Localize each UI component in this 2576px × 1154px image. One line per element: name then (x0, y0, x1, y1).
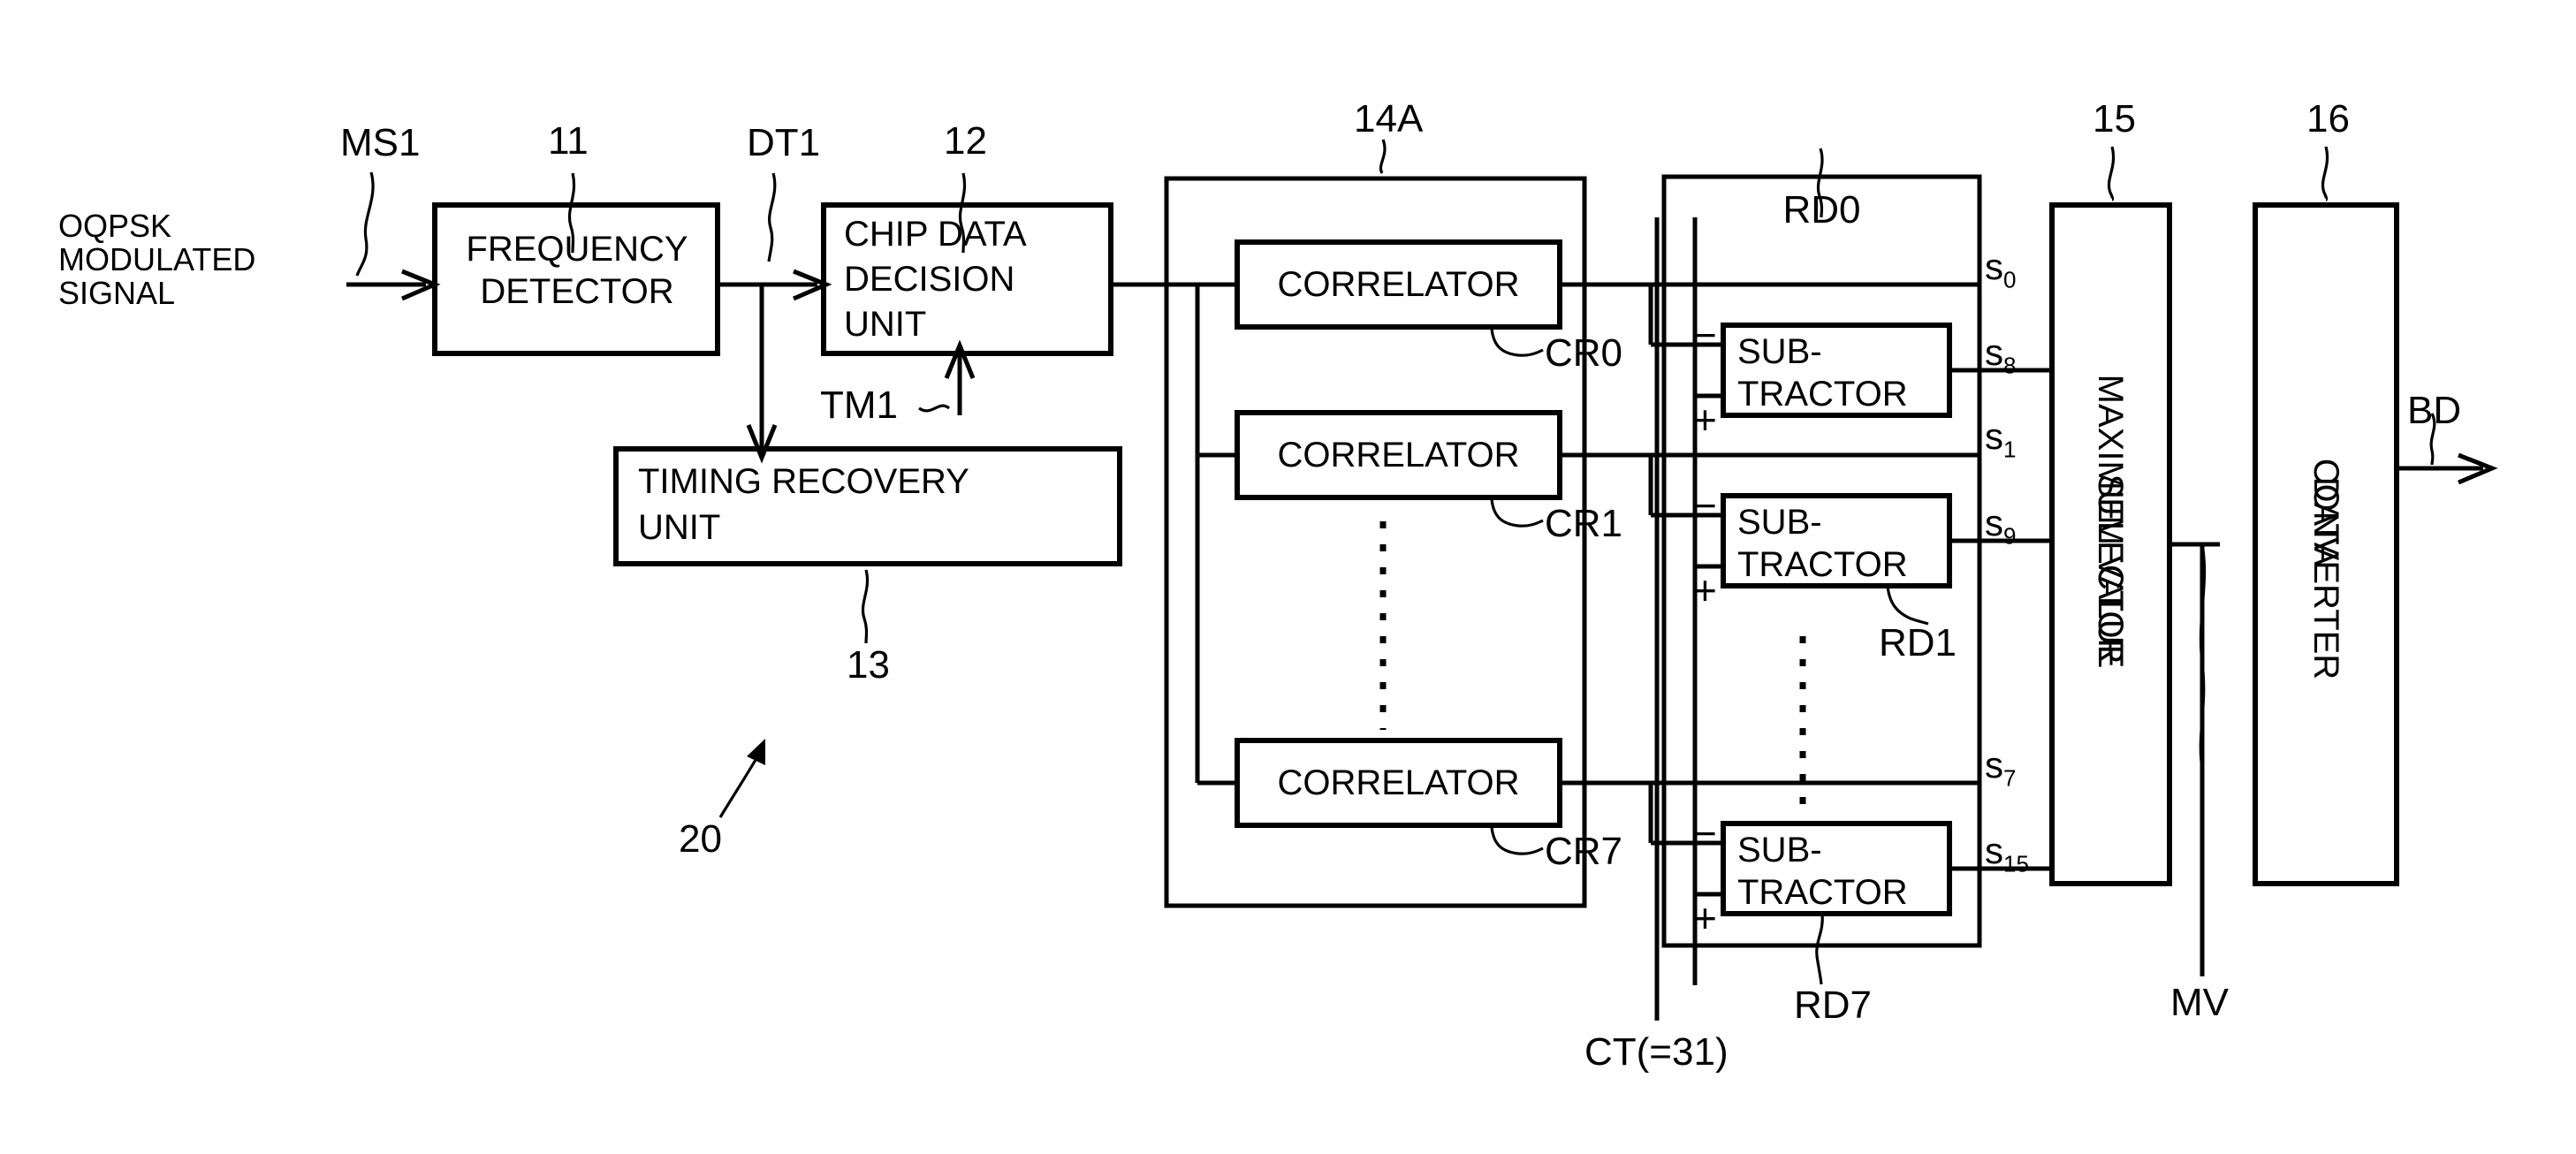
dt1-signal-ref: DT1 (747, 121, 821, 164)
ms1-signal-ref: MS1 (340, 121, 421, 164)
ref-CR0: CR0 (1545, 331, 1623, 375)
signal-base-s0: s (1985, 246, 2003, 287)
output-signal-s1: s1 (1985, 415, 2016, 463)
frequency-detector-label: FREQUENCY DETECTOR (445, 228, 710, 313)
input-label-line3: SIGNAL (58, 275, 176, 311)
chip-data-decision-unit-label: CHIP DATA DECISION UNIT (844, 212, 1027, 347)
subtractor-0-line2: TRACTOR (1737, 375, 1908, 414)
timing-recovery-unit-label: TIMING RECOVERY UNIT (638, 459, 969, 550)
subtractor-7-line2: TRACTOR (1737, 873, 1908, 912)
signal-sub-s15: 15 (2003, 850, 2029, 877)
cddu-line2: DECISION (844, 260, 1015, 299)
correlator-label-7: CORRELATOR (1277, 763, 1520, 802)
tru-line2: UNIT (638, 508, 721, 547)
frequency-detector-line2: DETECTOR (480, 272, 674, 311)
tru-line1: TIMING RECOVERY (638, 462, 969, 501)
ref-CR7: CR7 (1545, 830, 1623, 873)
cddu-line3: UNIT (844, 305, 927, 344)
ref-15: 15 (2093, 97, 2136, 140)
ref-RD7: RD7 (1794, 983, 1873, 1027)
subtractor-label-1: SUB- TRACTOR (1737, 501, 1908, 586)
output-signal-s15: s15 (1985, 830, 2029, 877)
output-signal-s0: s0 (1985, 246, 2016, 293)
signal-base-s1: s (1985, 415, 2003, 457)
input-signal-label: OQPSK MODULATED SIGNAL (58, 209, 350, 310)
ref-16: 16 (2306, 97, 2350, 140)
correlator-label-0: CORRELATOR (1277, 265, 1520, 304)
signal-base-s15: s (1985, 830, 2003, 871)
minus-sign-1: − (1693, 482, 1717, 528)
ref-20-overall: 20 (679, 817, 722, 861)
ref-RD0: RD0 (1782, 188, 1861, 232)
tm1-signal-ref: TM1 (820, 383, 898, 427)
output-signal-s8: s8 (1985, 331, 2016, 379)
mv-signal-ref: MV (2170, 981, 2229, 1024)
signal-sub-s1: 1 (2003, 436, 2017, 463)
input-label-line1: OQPSK (58, 208, 172, 244)
subtractor-1-line2: TRACTOR (1737, 545, 1908, 584)
ct-signal-ref: CT(=31) (1584, 1030, 1729, 1074)
input-label-line2: MODULATED (58, 241, 256, 277)
bd-signal-ref: BD (2407, 389, 2462, 432)
plus-sign-1: + (1693, 567, 1717, 613)
subtractor-1-line1: SUB- (1737, 503, 1822, 542)
signal-base-s9: s (1985, 502, 2003, 543)
subtractor-0-line1: SUB- (1737, 332, 1822, 371)
subtractor-label-7: SUB- TRACTOR (1737, 829, 1908, 914)
correlator-label-1: CORRELATOR (1277, 436, 1520, 475)
frequency-detector-line1: FREQUENCY (466, 230, 688, 269)
plus-sign-0: + (1693, 397, 1717, 443)
ref-13: 13 (847, 643, 890, 687)
ref-14A: 14A (1354, 97, 1424, 140)
ref-11: 11 (548, 119, 589, 163)
patent-figure-canvas: OQPSK MODULATED SIGNAL MS1 11 FREQUENCY … (0, 0, 2576, 1154)
minus-sign-0: − (1693, 312, 1717, 358)
output-signal-s7: s7 (1985, 744, 2016, 792)
subtractor-label-0: SUB- TRACTOR (1737, 330, 1908, 415)
mvs-line1: MAXIMUM VALUE (2091, 374, 2130, 669)
subtractor-7-line1: SUB- (1737, 831, 1822, 869)
signal-sub-s7: 7 (2003, 764, 2017, 792)
cddu-line1: CHIP DATA (844, 215, 1027, 254)
maximum-value-selector-label: SELECTOR MAXIMUM VALUE (2052, 205, 2169, 884)
signal-sub-s9: 9 (2003, 522, 2017, 550)
ref-CR1: CR1 (1545, 502, 1623, 545)
signal-base-s8: s (1985, 331, 2003, 373)
signal-sub-s0: 0 (2003, 266, 2017, 293)
ref-12: 12 (944, 119, 987, 163)
signal-sub-s8: 8 (2003, 352, 2017, 379)
signal-base-s7: s (1985, 744, 2003, 786)
plus-sign-7: + (1693, 895, 1717, 941)
output-signal-s9: s9 (1985, 502, 2016, 550)
dc-line2: CONVERTER (2306, 458, 2345, 680)
data-converter-label: DATA CONVERTER (2255, 205, 2397, 884)
ref-RD1: RD1 (1879, 621, 1957, 664)
minus-sign-7: − (1693, 810, 1717, 856)
